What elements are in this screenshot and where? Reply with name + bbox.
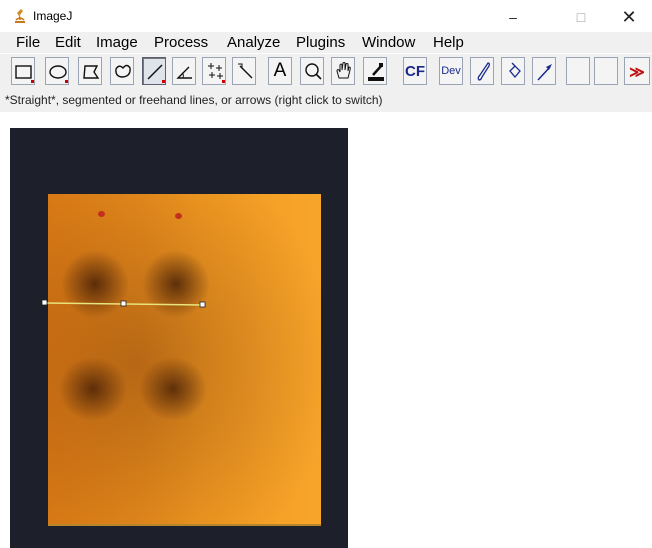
rectangle-icon: [15, 65, 34, 83]
menu-help[interactable]: Help: [433, 34, 464, 51]
menu-plugins[interactable]: Plugins: [296, 34, 345, 51]
menu-image[interactable]: Image: [96, 34, 138, 51]
window-title: ImageJ: [33, 9, 73, 23]
dev-icon: Dev: [441, 65, 461, 77]
imagej-microscope-icon: [15, 9, 25, 23]
brush-tool[interactable]: [470, 57, 494, 85]
straight-line-tool[interactable]: [142, 57, 166, 85]
line-selection-overlay[interactable]: [10, 128, 348, 548]
multipoint-icon: [208, 63, 225, 83]
oval-tool[interactable]: [45, 57, 69, 85]
freehand-tool[interactable]: [110, 57, 134, 85]
title-bar: ImageJ – □ ✕: [0, 0, 652, 32]
cf-tool[interactable]: CF: [403, 57, 427, 85]
arrow-tool[interactable]: [532, 57, 556, 85]
arrow-tool-icon: [537, 64, 552, 81]
text-icon: A: [273, 60, 287, 81]
menu-bar: File Edit Image Process Analyze Plugins …: [0, 32, 652, 53]
text-tool[interactable]: A: [268, 57, 292, 85]
oval-icon: [49, 65, 68, 83]
toolbar: A CF Dev ≫: [0, 54, 652, 90]
magnifier-tool[interactable]: [300, 57, 324, 85]
menu-window[interactable]: Window: [362, 34, 415, 51]
brush-icon: [477, 62, 490, 81]
status-text: *Straight*, segmented or freehand lines,…: [5, 93, 383, 107]
magnifier-icon: [305, 63, 322, 80]
wand-tool[interactable]: [232, 57, 256, 85]
rectangle-tool[interactable]: [11, 57, 35, 85]
polygon-tool[interactable]: [78, 57, 102, 85]
cf-icon: CF: [405, 63, 425, 80]
more-tools-icon: ≫: [629, 64, 645, 81]
image-canvas[interactable]: [10, 128, 348, 548]
empty-tool-slot-1[interactable]: [566, 57, 590, 85]
polygon-icon: [83, 65, 100, 79]
menu-file[interactable]: File: [16, 34, 40, 51]
line-handle[interactable]: [199, 301, 206, 308]
empty-tool-slot-2[interactable]: [594, 57, 618, 85]
angle-icon: [176, 66, 192, 79]
multipoint-tool[interactable]: [202, 57, 226, 85]
line-handle[interactable]: [120, 300, 127, 307]
hand-tool[interactable]: [331, 57, 355, 85]
angle-tool[interactable]: [172, 57, 196, 85]
menu-analyze[interactable]: Analyze: [227, 34, 280, 51]
minimize-button[interactable]: –: [490, 4, 536, 30]
freehand-icon: [115, 64, 131, 78]
maximize-button[interactable]: □: [558, 4, 604, 30]
close-button[interactable]: ✕: [606, 4, 652, 30]
dev-tool[interactable]: Dev: [439, 57, 463, 85]
more-tools-button[interactable]: ≫: [624, 57, 650, 85]
menu-process[interactable]: Process: [154, 34, 208, 51]
straight-line-icon: [147, 64, 165, 83]
wand-icon: [238, 63, 253, 79]
line-handle[interactable]: [41, 299, 48, 306]
flood-fill-icon: [509, 62, 521, 79]
hand-icon: [336, 62, 351, 79]
color-picker-icon: [368, 63, 384, 81]
flood-fill-tool[interactable]: [501, 57, 525, 85]
menu-edit[interactable]: Edit: [55, 34, 81, 51]
color-picker-tool[interactable]: [363, 57, 387, 85]
status-bar: *Straight*, segmented or freehand lines,…: [0, 90, 652, 112]
